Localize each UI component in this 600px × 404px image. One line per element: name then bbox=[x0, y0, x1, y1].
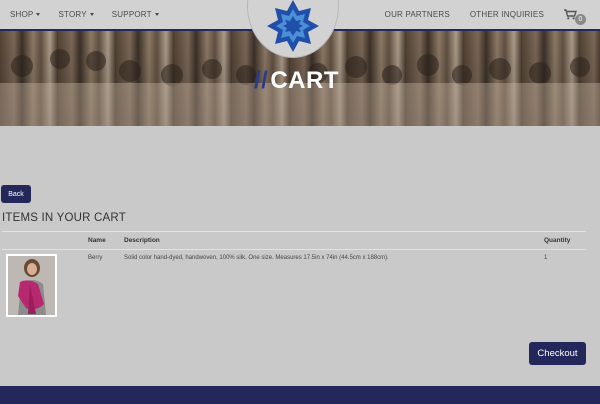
product-thumbnail[interactable] bbox=[6, 254, 57, 317]
nav-our-partners[interactable]: OUR PARTNERS bbox=[385, 10, 450, 19]
logo-star-icon bbox=[267, 0, 319, 52]
col-quantity-header: Quantity bbox=[544, 237, 571, 244]
nav-story[interactable]: STORY bbox=[58, 10, 94, 19]
section-title: ITEMS IN YOUR CART bbox=[2, 212, 126, 224]
caret-down-icon bbox=[154, 13, 159, 16]
item-description: Solid color hand-dyed, handwoven, 100% s… bbox=[124, 255, 389, 261]
table-row: Berry Solid color hand-dyed, handwoven, … bbox=[2, 250, 586, 320]
caret-down-icon bbox=[89, 13, 94, 16]
nav-story-label: STORY bbox=[58, 10, 87, 19]
nav-other-inquiries[interactable]: OTHER INQUIRIES bbox=[470, 10, 544, 19]
cart-count-badge: 0 bbox=[575, 13, 586, 25]
back-button[interactable]: Back bbox=[1, 185, 31, 203]
nav-right: OUR PARTNERS OTHER INQUIRIES 0 bbox=[385, 0, 586, 29]
title-slashes: // bbox=[254, 67, 269, 94]
nav-shop[interactable]: SHOP bbox=[10, 10, 41, 19]
cart-table: Name Description Quantity Berry Solid co… bbox=[2, 231, 586, 320]
nav-support[interactable]: SUPPORT bbox=[112, 10, 159, 19]
nav-left: SHOP STORY SUPPORT bbox=[10, 0, 159, 29]
nav-shop-label: SHOP bbox=[10, 10, 34, 19]
col-description-header: Description bbox=[124, 237, 160, 244]
footer bbox=[0, 386, 600, 404]
checkout-button[interactable]: Checkout bbox=[529, 342, 586, 365]
caret-down-icon bbox=[36, 13, 41, 16]
title-text: CART bbox=[270, 67, 339, 94]
nav-support-label: SUPPORT bbox=[111, 10, 152, 19]
item-name: Berry bbox=[88, 255, 103, 261]
nav-other-inquiries-label: OTHER INQUIRIES bbox=[469, 10, 544, 19]
cart-link[interactable]: 0 bbox=[564, 6, 586, 25]
nav-our-partners-label: OUR PARTNERS bbox=[384, 10, 450, 19]
product-image bbox=[8, 256, 55, 315]
col-name-header: Name bbox=[88, 237, 106, 244]
table-header: Name Description Quantity bbox=[2, 231, 586, 250]
page-title: //CART bbox=[254, 67, 339, 95]
item-quantity: 1 bbox=[544, 255, 548, 261]
